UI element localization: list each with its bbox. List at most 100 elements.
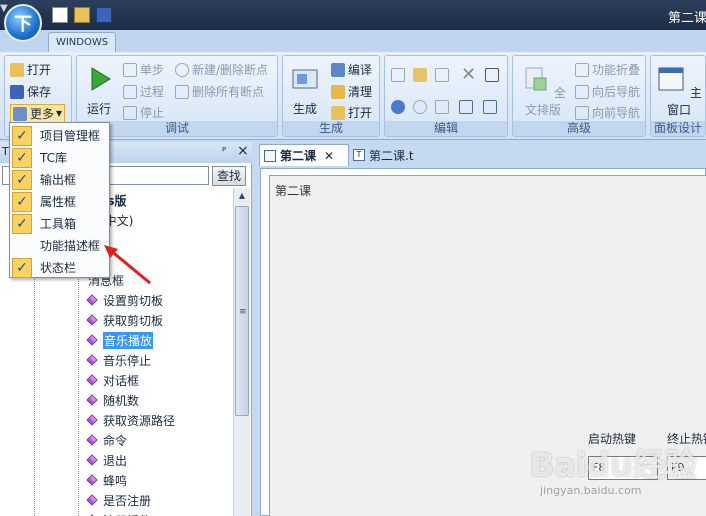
menu-item-label: 输出框: [40, 173, 77, 187]
delete-all-breakpoints-button[interactable]: 删除所有断点: [175, 83, 264, 100]
tree-item[interactable]: 随机数: [86, 390, 139, 410]
step-button[interactable]: 单步: [123, 61, 164, 78]
play-icon: [91, 67, 111, 91]
indent-icon[interactable]: [459, 100, 473, 114]
more-button[interactable]: 更多 ▼: [10, 104, 66, 123]
tree-item-label: 设置剪切板: [103, 293, 164, 308]
format-button[interactable]: 全文排版: [517, 64, 569, 118]
check-icon: ✓: [12, 169, 32, 190]
ribbon-tab-strip: WINDOWS: [0, 30, 706, 53]
check-icon: ✓: [12, 213, 32, 234]
outdent-icon[interactable]: [483, 100, 497, 114]
menu-item-label: TC库: [40, 151, 68, 165]
group-panel-design: 主窗口 面板设计: [650, 55, 706, 137]
open-folder-icon: [331, 105, 345, 120]
tree-item[interactable]: 退出: [86, 450, 127, 470]
copy-icon[interactable]: [435, 68, 449, 82]
menu-item[interactable]: ✓ 项目管理框: [12, 125, 109, 146]
function-icon: [86, 394, 98, 406]
menu-item[interactable]: ✓ 输出框: [12, 169, 109, 190]
check-icon: ✓: [12, 257, 32, 278]
panel-header-title: T: [2, 145, 9, 158]
watermark-sub: jingyan.baidu.com: [540, 484, 642, 497]
run-button[interactable]: 运行: [83, 64, 115, 117]
title-bar: ▼ 第二课: [0, 0, 706, 30]
tree-item[interactable]: 是否注册: [86, 490, 152, 510]
tree-item[interactable]: 设置剪切板: [86, 290, 164, 310]
over-label: 过程: [140, 85, 165, 99]
forward-icon: [575, 105, 589, 120]
cut-icon[interactable]: [391, 68, 405, 82]
tree-item-label: 命令: [103, 433, 128, 448]
window-title: 第二课: [668, 11, 706, 26]
tree-scrollbar[interactable]: ▲ ≡: [233, 188, 250, 516]
pin-icon[interactable]: ᴾ: [222, 145, 226, 158]
tree-item[interactable]: 获取剪切板: [86, 310, 163, 330]
save-label: 保存: [27, 85, 52, 99]
tree-item-label: 蜂鸣: [103, 473, 128, 488]
tree-item[interactable]: 音乐停止: [86, 350, 151, 370]
tree-item-label: 是否注册: [103, 493, 152, 508]
select-all-icon[interactable]: [485, 68, 499, 82]
watermark-text: Baidu经验: [530, 446, 697, 484]
over-button[interactable]: 过程: [123, 83, 164, 100]
menu-item[interactable]: ✓ 属性框: [12, 191, 109, 212]
build-button[interactable]: 生成: [289, 64, 321, 117]
run-label: 运行: [86, 102, 111, 116]
menu-item[interactable]: ✓ 状态栏: [12, 257, 109, 278]
forward-nav-button[interactable]: 向前导航: [575, 104, 640, 121]
menu-item[interactable]: ✓ 工具箱: [12, 213, 109, 234]
tab-script[interactable]: T 第二课.t: [349, 144, 459, 166]
tab-form-label: 第二课: [280, 149, 317, 163]
menu-item[interactable]: 功能描述框: [12, 235, 109, 256]
find-icon[interactable]: [435, 100, 449, 114]
close-tab-icon[interactable]: ✕: [324, 149, 334, 163]
stop-button[interactable]: 停止: [123, 104, 164, 121]
tree-item[interactable]: 蜂鸣: [86, 470, 128, 490]
more-dropdown-menu: ✓ 项目管理框 ✓ TC库 ✓ 输出框 ✓ 属性框 ✓ 工具箱 功能描述框 ✓ 状态栏: [9, 122, 110, 278]
tree-item[interactable]: 命令: [86, 430, 128, 450]
delete-icon[interactable]: ✕: [461, 64, 476, 85]
function-icon: [86, 434, 98, 446]
step-label: 单步: [140, 63, 165, 77]
tab-script-label: 第二课.t: [369, 148, 414, 163]
compile-icon: [331, 62, 345, 77]
group-edit-label: 编辑: [385, 121, 507, 136]
tree-item[interactable]: 对话框: [86, 370, 139, 390]
baidu-watermark: Baidu经验 jingyan.baidu.com: [530, 440, 700, 510]
fold-button[interactable]: 功能折叠: [575, 61, 640, 78]
forward-nav-label: 向前导航: [592, 106, 641, 120]
scroll-up-icon[interactable]: ▲: [234, 188, 250, 204]
tree-item[interactable]: 音乐播放: [86, 330, 154, 350]
undo-icon[interactable]: [391, 100, 405, 114]
menu-item[interactable]: ✓ TC库: [12, 147, 109, 168]
grip-icon: ≡: [239, 307, 247, 317]
close-icon[interactable]: ×: [237, 143, 249, 159]
group-panel-design-label: 面板设计: [651, 121, 705, 136]
back-nav-button[interactable]: 向后导航: [575, 83, 640, 100]
stop-icon: [123, 105, 137, 120]
main-window-button[interactable]: 主窗口: [655, 64, 703, 118]
tab-form[interactable]: 第二课 ✕: [259, 144, 349, 166]
tree-item[interactable]: 注册插件: [86, 510, 151, 516]
compile-label: 编译: [348, 63, 373, 77]
open-button[interactable]: 打开: [10, 61, 51, 78]
tree-item[interactable]: 获取资源路径: [86, 410, 175, 430]
paste-icon[interactable]: [413, 68, 427, 82]
find-button[interactable]: 查找: [212, 166, 246, 186]
compile-button[interactable]: 编译: [331, 61, 372, 78]
app-logo-button[interactable]: 下: [4, 4, 42, 42]
tab-windows[interactable]: WINDOWS: [48, 32, 116, 53]
redo-icon[interactable]: [413, 100, 427, 114]
save-disk-icon[interactable]: [96, 7, 112, 23]
menu-item-label: 工具箱: [40, 217, 77, 231]
new-file-icon[interactable]: [52, 7, 68, 23]
form-icon: [264, 149, 276, 162]
scroll-thumb[interactable]: ≡: [235, 206, 249, 416]
open-folder-icon[interactable]: [74, 7, 90, 23]
function-icon: [86, 294, 98, 306]
save-button[interactable]: 保存: [10, 83, 51, 100]
clean-button[interactable]: 清理: [331, 83, 372, 100]
build-open-button[interactable]: 打开: [331, 104, 372, 121]
new-breakpoint-button[interactable]: 新建/删除断点: [175, 61, 268, 78]
